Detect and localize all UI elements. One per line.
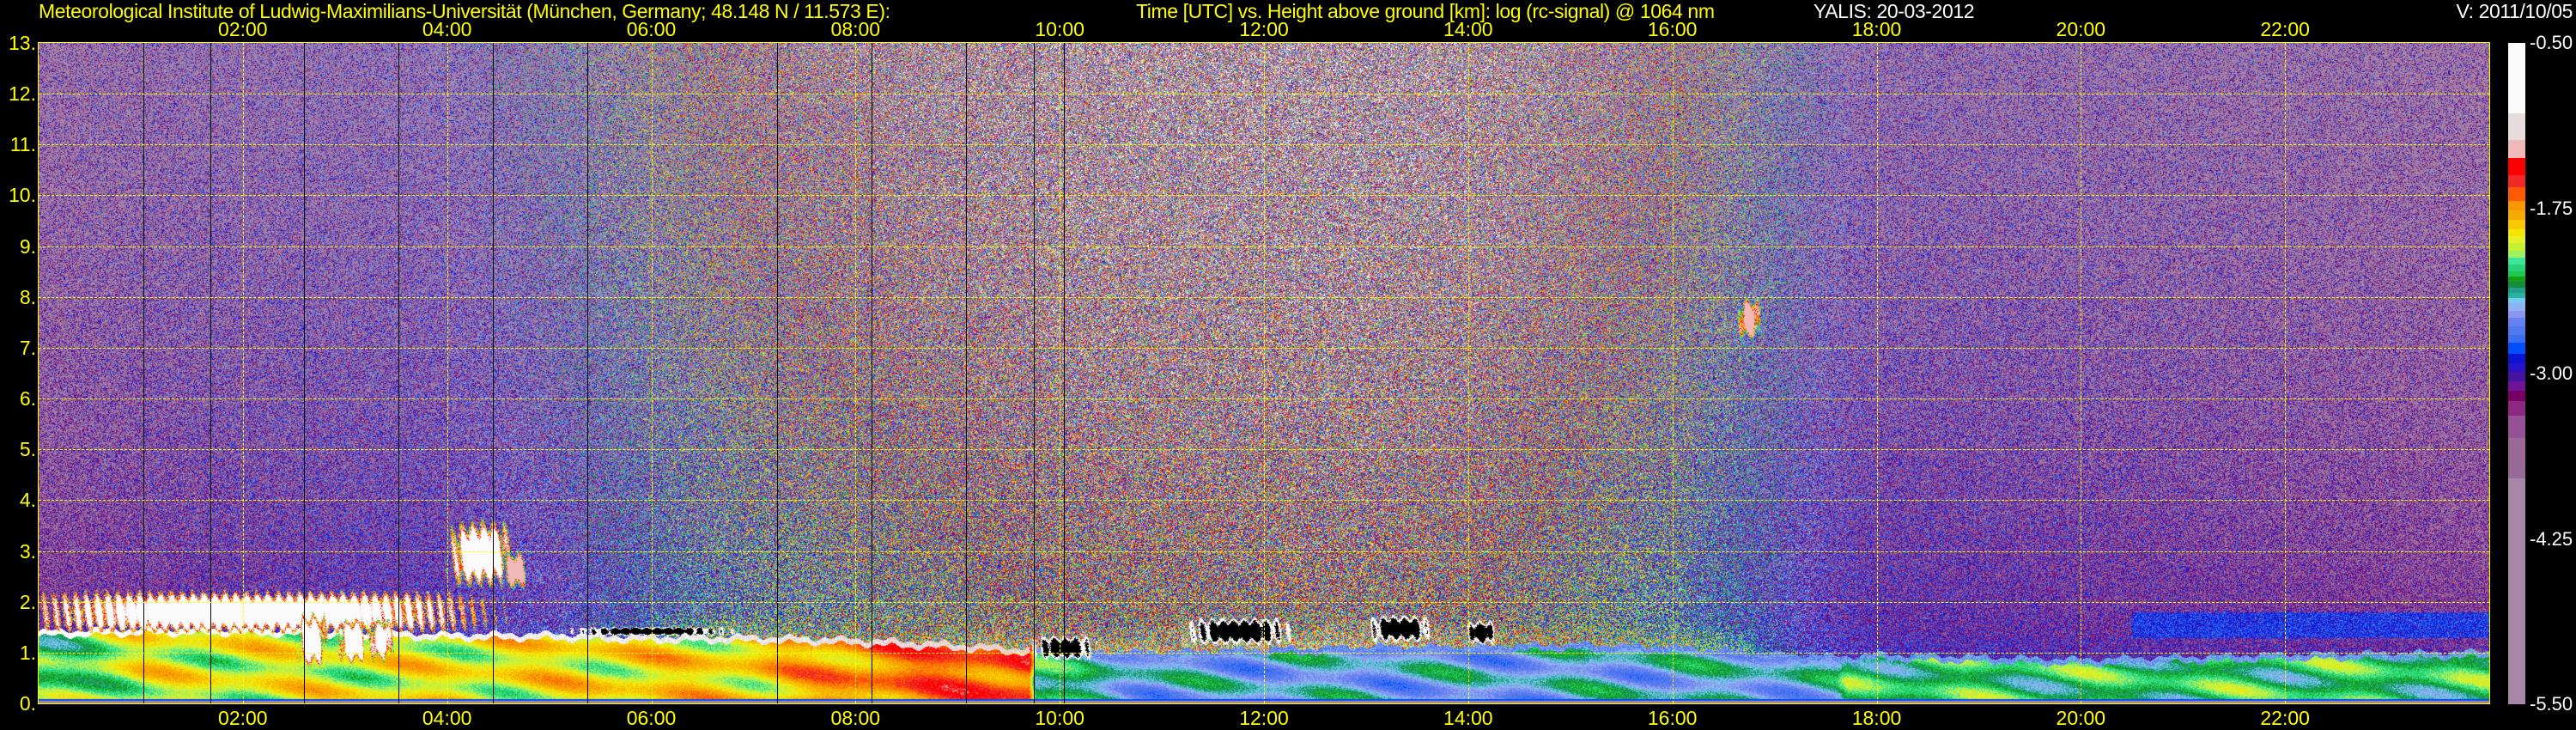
x-tick-label-top: 04:00 [422, 18, 472, 40]
y-tick-label: 12. [9, 82, 36, 106]
gridline-vertical [651, 43, 653, 703]
x-tick-label-top: 18:00 [1851, 18, 1902, 40]
colorbar-label: -1.75 [2530, 197, 2573, 219]
x-tick-label-bottom: 04:00 [422, 707, 472, 729]
y-tick-label: 3. [19, 539, 36, 563]
gridline-vertical [855, 43, 857, 703]
data-gap-line [143, 43, 145, 703]
x-tick-label-bottom: 22:00 [2260, 707, 2310, 729]
y-tick-label: 1. [19, 641, 36, 664]
x-tick-label-bottom: 02:00 [218, 707, 268, 729]
data-gap-line [304, 43, 306, 703]
version-label: V: 2011/10/05 [2456, 0, 2573, 22]
gridline-vertical [1467, 43, 1469, 703]
data-gap-line [398, 43, 399, 703]
x-tick-label-top: 10:00 [1035, 18, 1084, 40]
colorbar-segment [2508, 401, 2525, 417]
x-tick-label-top: 08:00 [830, 18, 881, 40]
gridline-vertical [2285, 43, 2287, 703]
lidar-plot-area [38, 42, 2490, 704]
colorbar-segment [2508, 381, 2525, 392]
x-tick-label-top: 14:00 [1443, 18, 1493, 40]
data-gap-line [1034, 43, 1036, 703]
colorbar-segment [2508, 201, 2525, 211]
x-tick-label-bottom: 12:00 [1239, 707, 1289, 729]
gridline-vertical [1672, 43, 1674, 703]
x-tick-label-bottom: 18:00 [1851, 707, 1902, 729]
x-tick-label-top: 16:00 [1647, 18, 1698, 40]
y-tick-label: 9. [19, 234, 36, 258]
y-tick-label: 7. [19, 336, 36, 359]
y-tick-label: 4. [19, 489, 36, 512]
colorbar-segment [2508, 362, 2525, 373]
colorbar-segment [2508, 158, 2525, 176]
x-tick-label-top: 06:00 [626, 18, 677, 40]
colorbar-label: -0.50 [2530, 32, 2573, 53]
y-tick-label: 10. [9, 184, 36, 207]
y-tick-label: 6. [19, 387, 36, 411]
colorbar-segment [2508, 140, 2525, 159]
gridline-vertical [1876, 43, 1878, 703]
x-tick-label-top: 02:00 [218, 18, 268, 40]
x-tick-label-bottom: 06:00 [626, 707, 677, 729]
colorbar-label: -3.00 [2530, 362, 2573, 384]
colorbar-segment [2508, 416, 2525, 439]
colorbar-segment [2508, 343, 2525, 355]
colorbar-segment [2508, 187, 2525, 202]
colorbar-segment [2508, 390, 2525, 402]
gridline-vertical [447, 43, 448, 703]
x-tick-label-bottom: 08:00 [830, 707, 881, 729]
data-gap-line [965, 43, 967, 703]
colorbar-segment [2508, 210, 2525, 221]
colorbar-segment [2508, 220, 2525, 230]
data-gap-line [776, 43, 778, 703]
colorbar-segment [2508, 438, 2525, 479]
colorbar-segment [2508, 371, 2525, 382]
y-tick-label: 13. [9, 32, 36, 54]
colorbar-label: -4.25 [2530, 527, 2573, 550]
colorbar-segment [2508, 325, 2525, 336]
colorbar-segment [2508, 354, 2525, 364]
x-tick-label-top: 20:00 [2056, 18, 2106, 40]
x-tick-label-top: 12:00 [1239, 18, 1289, 40]
y-tick-label: 5. [19, 438, 36, 461]
y-tick-label: 2. [19, 590, 36, 613]
x-tick-label-bottom: 16:00 [1647, 707, 1698, 729]
data-gap-line [1063, 43, 1065, 703]
y-tick-label: 8. [19, 285, 36, 308]
x-tick-label-bottom: 10:00 [1035, 707, 1084, 729]
colorbar-label: -5.50 [2530, 693, 2573, 715]
colorbar-segment [2508, 174, 2525, 188]
x-tick-label-bottom: 14:00 [1443, 707, 1493, 729]
data-gap-line [493, 43, 495, 703]
x-tick-label-top: 22:00 [2260, 18, 2310, 40]
colorbar-segment [2508, 113, 2525, 141]
data-gap-line [586, 43, 588, 703]
colorbar [2508, 43, 2525, 705]
data-gap-line [210, 43, 211, 703]
colorbar-segment [2508, 43, 2525, 114]
y-tick-label: 0. [19, 692, 36, 715]
gridline-vertical [1264, 43, 1265, 703]
y-tick-label: 11. [9, 133, 36, 156]
x-tick-label-bottom: 20:00 [2056, 707, 2106, 729]
gridline-vertical [242, 43, 244, 703]
colorbar-segment [2508, 478, 2525, 705]
